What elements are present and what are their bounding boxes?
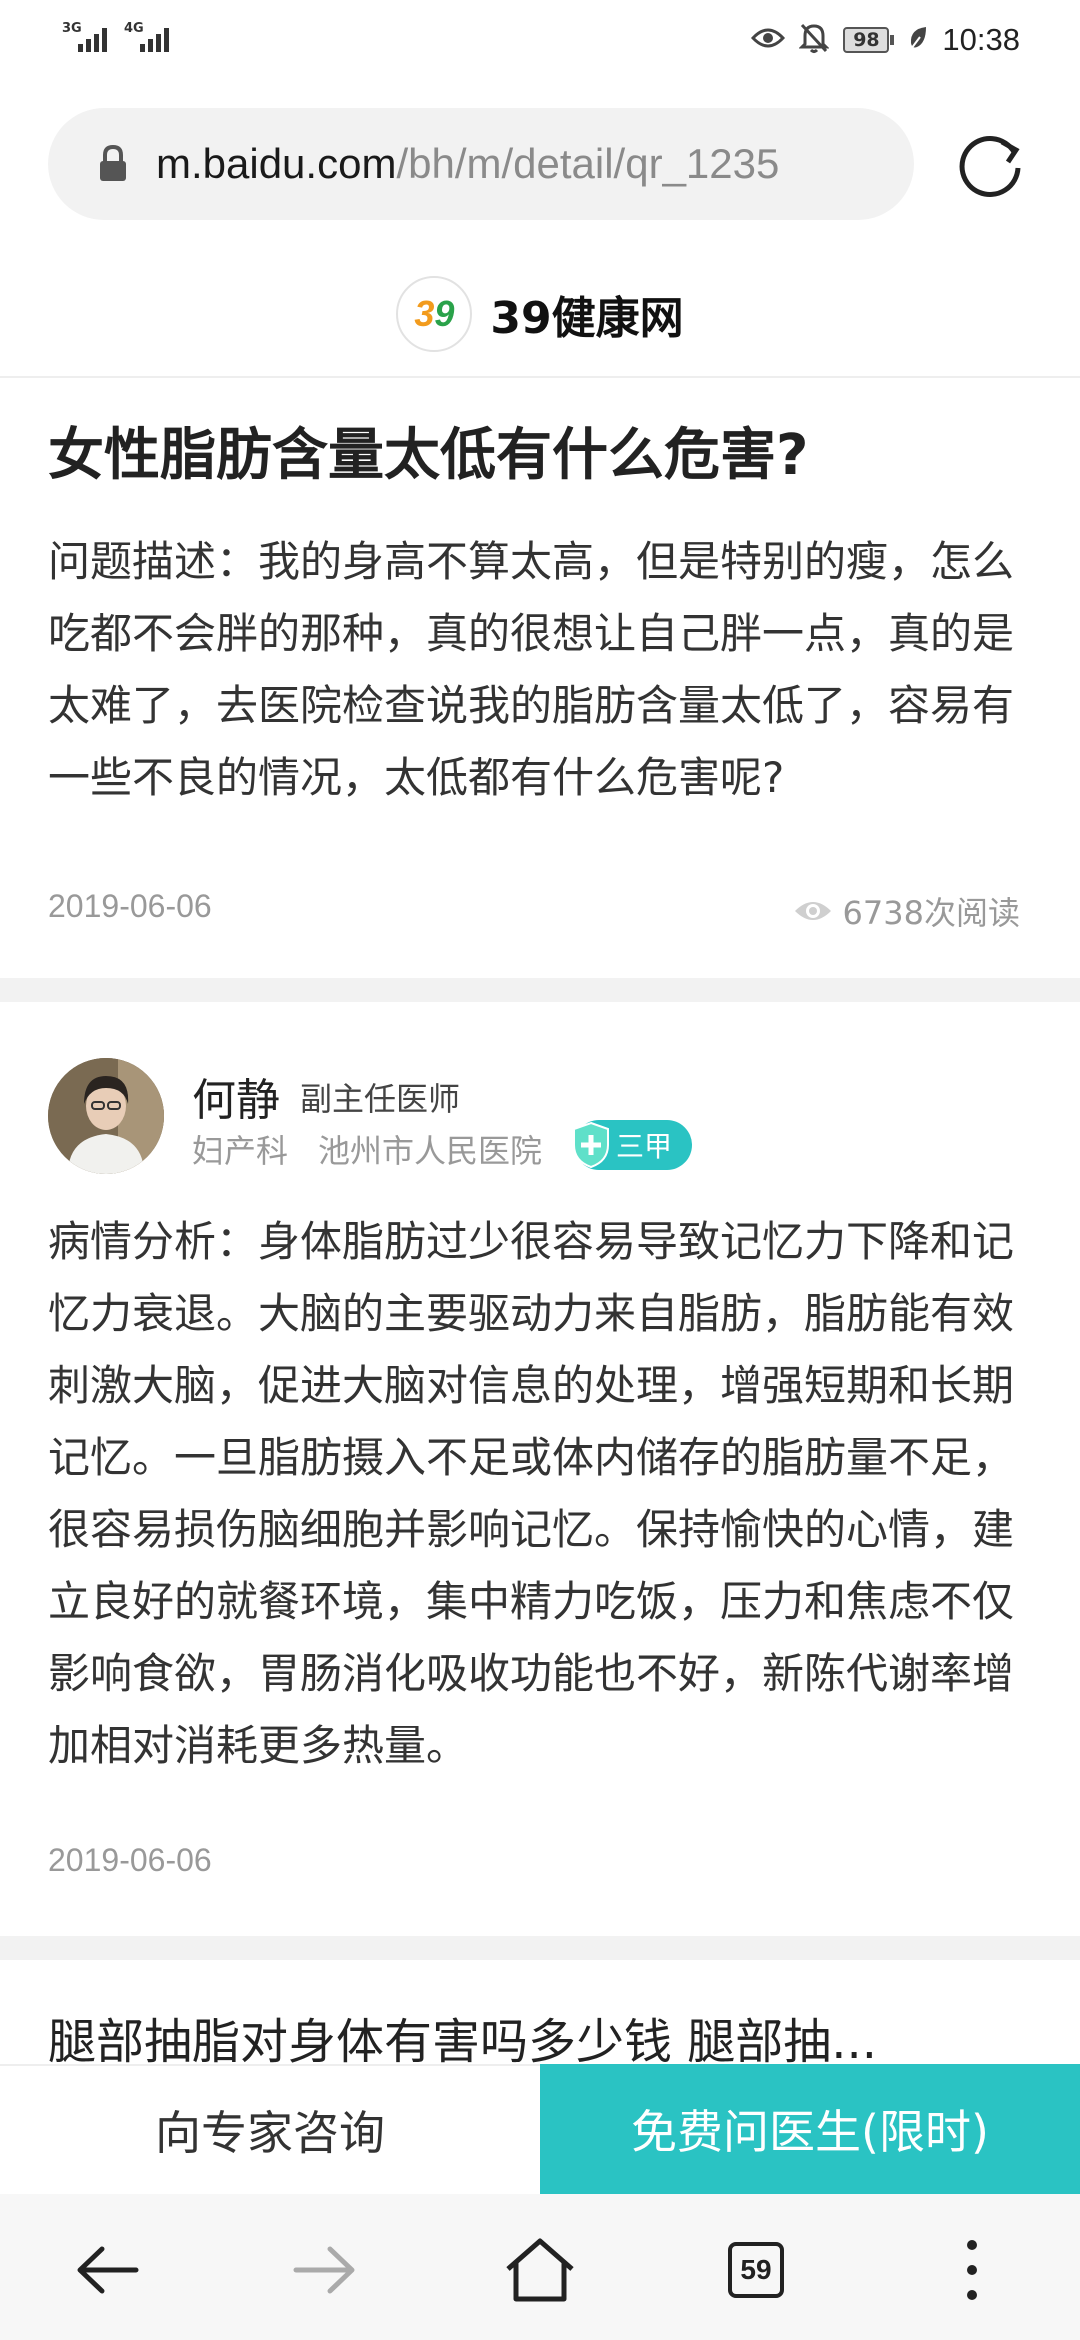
- hospital-grade-badge: 三甲: [573, 1120, 692, 1170]
- back-arrow-icon: [77, 2246, 139, 2294]
- eye-icon: [751, 26, 786, 54]
- doctor-department: 妇产科: [192, 1132, 289, 1170]
- leaf-icon: [908, 25, 928, 55]
- action-bar: 向专家咨询 免费问医生(限时): [0, 2064, 1080, 2194]
- status-right: 98 10:38: [751, 18, 1020, 62]
- section-divider: [0, 978, 1080, 1002]
- site-logo[interactable]: 39: [396, 276, 473, 352]
- answer-card: 何静 副主任医师 妇产科 池州市人民医院 三甲 病情分析：身体脂肪过少很容易导致…: [0, 1002, 1080, 1936]
- lock-icon: [94, 145, 132, 183]
- signal-bars-icon: [78, 28, 107, 52]
- view-count-text: 6738次阅读: [842, 894, 1020, 932]
- doctor-title: 副主任医师: [300, 1080, 461, 1118]
- browser-nav-bar: 59: [0, 2194, 1080, 2340]
- tabs-button[interactable]: 59: [720, 2234, 792, 2306]
- signal-bars-icon: [140, 28, 169, 52]
- question-description: 问题描述：我的身高不算太高，但是特别的瘦，怎么吃都不会胖的那种，真的很想让自己胖…: [48, 537, 1015, 802]
- ask-doctor-button[interactable]: 免费问医生(限时): [540, 2064, 1080, 2194]
- question-title: 女性脂肪含量太低有什么危害?: [48, 423, 809, 488]
- site-name[interactable]: 39健康网: [490, 282, 683, 346]
- question-date: 2019-06-06: [48, 888, 212, 924]
- url-text[interactable]: m.baidu.com/bh/m/detail/qr_1235: [156, 140, 779, 188]
- url-path: /bh/m/detail/qr_1235: [396, 140, 780, 187]
- view-count: 6738次阅读: [793, 888, 1020, 934]
- answer-text: 病情分析：身体脂肪过少很容易导致记忆力下降和记忆力衰退。大脑的主要驱动力来自脂肪…: [48, 1217, 1015, 1770]
- mute-bell-icon: [798, 22, 831, 58]
- refresh-button[interactable]: [956, 128, 1028, 200]
- answer-date: 2019-06-06: [48, 1842, 212, 1878]
- clock: 10:38: [942, 22, 1020, 57]
- status-bar: 3G 4G 98 10:38: [0, 0, 1080, 80]
- back-button[interactable]: [72, 2234, 144, 2306]
- refresh-icon: [959, 136, 1021, 197]
- forward-arrow-icon: [293, 2246, 355, 2294]
- question-card: 女性脂肪含量太低有什么危害? 问题描述：我的身高不算太高，但是特别的瘦，怎么吃都…: [0, 380, 1080, 980]
- tab-count: 59: [728, 2242, 784, 2298]
- related-article-title[interactable]: 腿部抽脂对身体有害吗多少钱 腿部抽...: [48, 2002, 1048, 2072]
- home-icon: [506, 2238, 574, 2302]
- section-divider: [0, 1936, 1080, 1960]
- battery-level: 98: [843, 27, 890, 53]
- url-host: m.baidu.com: [156, 140, 397, 187]
- plus-shield-icon: [573, 1121, 609, 1169]
- address-bar[interactable]: m.baidu.com/bh/m/detail/qr_1235: [48, 108, 914, 220]
- home-button[interactable]: [504, 2234, 576, 2306]
- more-vertical-icon: [967, 2240, 977, 2300]
- menu-button[interactable]: [936, 2234, 1008, 2306]
- site-header[interactable]: 39 39健康网: [0, 252, 1080, 378]
- doctor-name[interactable]: 何静: [192, 1064, 280, 1128]
- hospital-grade: 三甲: [616, 1130, 673, 1163]
- doctor-hospital: 池州市人民医院: [318, 1132, 543, 1170]
- forward-button[interactable]: [288, 2234, 360, 2306]
- doctor-avatar[interactable]: [48, 1058, 164, 1174]
- consult-expert-button[interactable]: 向专家咨询: [0, 2064, 540, 2194]
- battery-icon: 98: [843, 27, 895, 53]
- eye-icon: [794, 902, 831, 920]
